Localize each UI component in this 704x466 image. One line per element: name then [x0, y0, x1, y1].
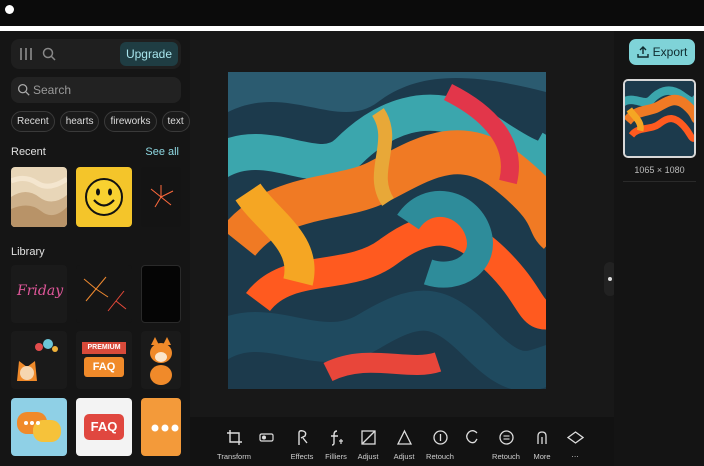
circle-menu-icon [498, 430, 514, 445]
crop-icon [226, 430, 242, 445]
library-thumb-friday[interactable]: Friday [11, 265, 67, 323]
friday-text: Friday [17, 283, 64, 299]
export-button[interactable]: Export [629, 39, 695, 65]
chip-text[interactable]: text [161, 111, 190, 132]
dims-divider [623, 181, 696, 182]
library-thumb-dog[interactable] [141, 331, 181, 389]
grid-icon[interactable] [19, 47, 33, 61]
smiley-icon [85, 178, 123, 216]
library-thumb-dots[interactable] [141, 398, 181, 456]
library-thumb-fireworks[interactable] [76, 265, 132, 323]
title-bar [0, 0, 704, 26]
fireworks-icon [83, 276, 127, 312]
library-thumb-chat[interactable] [11, 398, 67, 456]
canvas-area[interactable] [190, 31, 614, 417]
bottom-toolbar: Transform Effects Filliers Adjust Adjust… [190, 417, 614, 466]
function-icon [330, 430, 343, 446]
faq-label: FAQ [84, 357, 124, 377]
recent-thumb-smiley[interactable] [76, 167, 132, 227]
left-panel: Upgrade Recent hearts fireworks text Rec… [0, 31, 190, 466]
lasso-icon [465, 430, 478, 444]
effects-icon [297, 430, 308, 445]
fox-icon [17, 339, 58, 381]
chip-hearts[interactable]: hearts [59, 111, 100, 132]
filter-chips: Recent hearts fireworks text [11, 111, 190, 132]
image-dimensions: 1065 × 1080 [634, 165, 685, 175]
more-icon [536, 431, 547, 444]
chip-recent[interactable]: Recent [11, 111, 55, 132]
recent-thumb-waves[interactable] [11, 167, 67, 227]
triangle-icon [396, 429, 412, 445]
search-icon [17, 83, 30, 96]
upgrade-button[interactable]: Upgrade [119, 42, 178, 66]
preview-artwork [625, 81, 694, 156]
diamond-icon [566, 431, 584, 444]
search-input[interactable] [33, 80, 173, 100]
abstract-artwork[interactable] [228, 72, 546, 389]
right-panel: Export 1065 × 1080 [614, 31, 704, 466]
faq-badge: FAQ [84, 414, 124, 440]
recent-title: Recent [11, 146, 46, 158]
library-thumb-dark[interactable] [141, 265, 181, 323]
chip-fireworks[interactable]: fireworks [104, 111, 157, 132]
library-title: Library [11, 246, 45, 258]
export-label: Export [652, 45, 688, 59]
firework-icon [150, 185, 174, 208]
library-thumb-fox-bubbles[interactable] [11, 331, 67, 389]
image-preview[interactable] [623, 79, 696, 158]
retouch-icon [432, 430, 448, 445]
panel-toolbar: Upgrade [11, 39, 181, 69]
search-icon[interactable] [41, 46, 57, 62]
dots-icon [151, 424, 179, 432]
see-all-link[interactable]: See all [145, 146, 179, 158]
adjust-icon [360, 430, 376, 445]
chat-bubbles-icon [17, 412, 61, 442]
premium-label: PREMIUM [82, 342, 126, 354]
library-thumb-premium-faq[interactable]: PREMIUM FAQ [76, 331, 132, 389]
dog-icon [150, 337, 172, 385]
recent-thumb-firework[interactable] [141, 167, 181, 227]
search-bar[interactable] [11, 77, 181, 103]
window-dot-icon[interactable] [5, 5, 14, 14]
waves-graphic [11, 175, 67, 227]
tool-diamond[interactable]: ⋯ [553, 429, 597, 461]
toggle-icon [258, 433, 274, 442]
upload-icon [636, 46, 649, 58]
library-thumb-faq[interactable]: FAQ [76, 398, 132, 456]
